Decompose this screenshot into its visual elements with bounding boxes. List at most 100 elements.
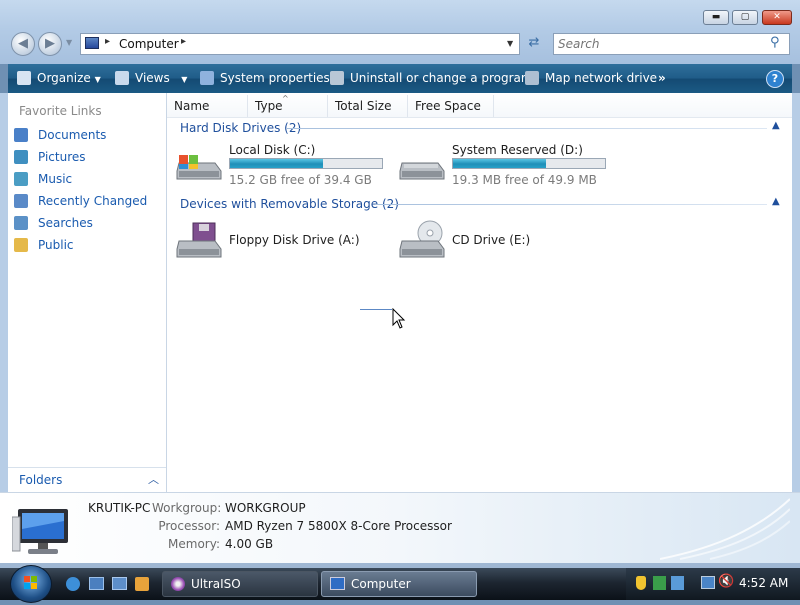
memory-value: 4.00 GB: [225, 537, 274, 551]
music-icon: [14, 172, 28, 186]
recent-pages-dropdown[interactable]: ▼: [66, 38, 74, 50]
hard-drive-icon: [399, 162, 445, 180]
drive-item-local-disk-c[interactable]: Local Disk (C:) 15.2 GB free of 39.4 GB: [175, 143, 385, 187]
details-pane: KRUTIK-PC Workgroup: WORKGROUP Processor…: [0, 492, 800, 564]
workgroup-value: WORKGROUP: [225, 501, 306, 515]
memory-label: Memory:: [168, 537, 220, 551]
forward-arrow-icon: ▶: [45, 36, 55, 51]
sidebar-item-recently-changed[interactable]: Recently Changed: [14, 191, 147, 211]
chevron-down-icon[interactable]: ▼: [507, 39, 513, 48]
back-button[interactable]: ◀: [11, 32, 35, 56]
maximize-button[interactable]: ▢: [732, 10, 758, 25]
column-header-free-space[interactable]: Free Space: [408, 95, 494, 117]
chevron-down-icon: ▼: [94, 75, 101, 84]
windows-update-icon[interactable]: [671, 576, 684, 590]
media-player-icon[interactable]: [135, 577, 149, 591]
drive-item-system-reserved-d[interactable]: System Reserved (D:) 19.3 MB free of 49.…: [398, 143, 618, 187]
ultraiso-icon: [171, 577, 185, 591]
minimize-button[interactable]: ▬: [703, 10, 729, 25]
sidebar-item-public[interactable]: Public: [14, 235, 74, 255]
sidebar-item-searches[interactable]: Searches: [14, 213, 93, 233]
computer-monitor-icon: [12, 509, 68, 554]
refresh-icon: ⇄: [528, 35, 540, 50]
address-bar[interactable]: ▸ Computer ▸ ▼: [80, 33, 520, 55]
search-box[interactable]: ⚲: [553, 33, 790, 55]
network-icon[interactable]: [701, 576, 715, 589]
clock[interactable]: 4:52 AM: [739, 576, 788, 590]
pictures-icon: [14, 150, 28, 164]
start-button[interactable]: [10, 565, 52, 603]
group-header-removable-storage[interactable]: Devices with Removable Storage (2): [180, 197, 399, 211]
chevron-up-icon: ︿: [148, 473, 159, 486]
column-header-name[interactable]: Name: [167, 95, 248, 117]
address-separator-icon: ▸: [105, 36, 111, 47]
capacity-bar-fill: [453, 159, 546, 168]
sidebar-item-documents[interactable]: Documents: [14, 125, 106, 145]
column-header-total-size[interactable]: Total Size: [328, 95, 408, 117]
processor-label: Processor:: [158, 519, 220, 533]
defender-icon[interactable]: [653, 576, 666, 590]
folders-toggle[interactable]: Folders ︿: [8, 467, 166, 493]
cd-drive-icon: [399, 220, 445, 258]
help-button[interactable]: ?: [766, 70, 784, 88]
collapse-group-icon[interactable]: ▲: [772, 196, 780, 207]
recently-changed-icon: [14, 194, 28, 208]
uninstall-icon: [330, 71, 344, 85]
drive-item-floppy-a[interactable]: Floppy Disk Drive (A:): [175, 219, 375, 263]
internet-explorer-icon[interactable]: [66, 577, 80, 591]
column-header-row: Name Type ^ Total Size Free Space: [167, 93, 792, 118]
back-arrow-icon: ◀: [18, 36, 28, 51]
address-location[interactable]: Computer: [119, 37, 179, 51]
floppy-drive-icon: [176, 222, 222, 258]
collapse-group-icon[interactable]: ▲: [772, 120, 780, 131]
workgroup-label: Workgroup:: [152, 501, 222, 515]
sidebar-item-pictures[interactable]: Pictures: [14, 147, 86, 167]
taskbar-button-ultraiso[interactable]: UltraISO: [162, 571, 318, 597]
search-icon[interactable]: ⚲: [770, 35, 780, 50]
views-button[interactable]: Views ▼: [115, 64, 187, 93]
search-input[interactable]: [556, 35, 760, 53]
public-folder-icon: [14, 238, 28, 252]
chevron-down-icon: ▼: [181, 75, 188, 84]
address-separator-icon[interactable]: ▸: [181, 36, 186, 47]
computer-icon: [85, 37, 99, 49]
show-desktop-icon[interactable]: [89, 577, 104, 590]
uninstall-program-button[interactable]: Uninstall or change a program: [330, 64, 533, 93]
drive-name: Local Disk (C:): [229, 143, 316, 157]
computer-icon: [330, 577, 345, 590]
searches-icon: [14, 216, 28, 230]
map-network-drive-button[interactable]: Map network drive: [525, 64, 657, 93]
drive-name: CD Drive (E:): [452, 233, 531, 247]
sidebar-item-music[interactable]: Music: [14, 169, 72, 189]
command-toolbar: Organize ▼ Views ▼ System properties Uni…: [8, 64, 792, 93]
capacity-bar: [452, 158, 606, 169]
minimize-icon: ▬: [711, 12, 721, 22]
refresh-button[interactable]: ⇄: [524, 35, 544, 53]
volume-muted-icon[interactable]: 🔇: [718, 574, 734, 589]
forward-button[interactable]: ▶: [38, 32, 62, 56]
taskbar-button-computer[interactable]: Computer: [321, 571, 477, 597]
mouse-pointer-icon: [392, 308, 406, 329]
organize-button[interactable]: Organize ▼: [17, 64, 101, 93]
more-commands-button[interactable]: »: [658, 64, 666, 93]
drive-item-cd-e[interactable]: CD Drive (E:): [398, 219, 598, 263]
notification-area: 🔇 4:52 AM: [626, 568, 800, 600]
close-button[interactable]: ✕: [762, 10, 792, 25]
hard-drive-icon: [176, 155, 222, 180]
organize-icon: [17, 71, 31, 85]
security-shield-icon[interactable]: [636, 576, 646, 590]
capacity-bar-fill: [230, 159, 323, 168]
system-properties-button[interactable]: System properties: [200, 64, 330, 93]
views-icon: [115, 71, 129, 85]
drive-free-space: 15.2 GB free of 39.4 GB: [229, 173, 372, 187]
documents-icon: [14, 128, 28, 142]
group-header-hard-disks[interactable]: Hard Disk Drives (2): [180, 121, 301, 135]
network-drive-icon: [525, 71, 539, 85]
navigation-pane: Favorite Links Documents Pictures Music …: [8, 93, 167, 492]
decorative-swoosh: [660, 498, 790, 560]
switch-windows-icon[interactable]: [112, 577, 127, 590]
drive-name: Floppy Disk Drive (A:): [229, 233, 360, 247]
sort-ascending-icon: ^: [282, 94, 289, 103]
column-header-type[interactable]: Type ^: [248, 94, 328, 117]
group-divider: [375, 204, 767, 205]
